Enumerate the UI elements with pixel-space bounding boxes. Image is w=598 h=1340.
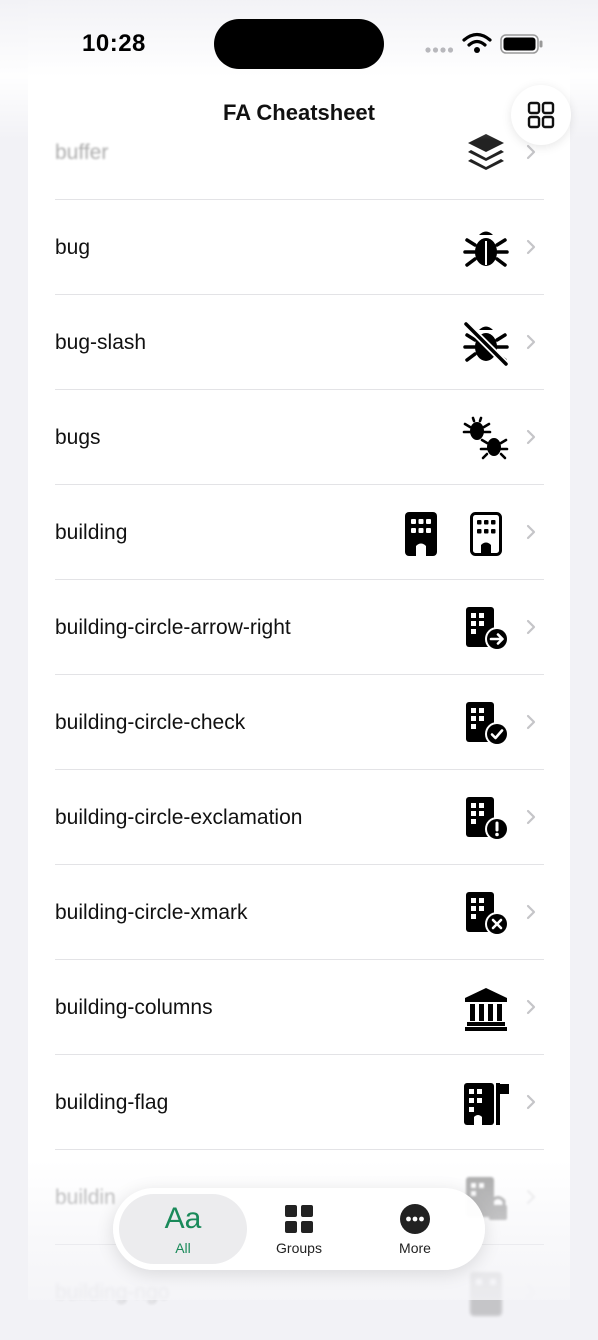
ellipsis-circle-icon [400,1204,430,1234]
page-title: FA Cheatsheet [222,100,375,125]
chevron-right-icon [526,619,536,635]
tab-label: Groups [276,1240,322,1256]
list-item-label: building-circle-check [55,711,246,734]
building-regular-icon [470,512,502,556]
list-item[interactable]: bugs [28,390,570,485]
building-flag-icon [464,1083,509,1125]
grid-view-button[interactable] [511,85,571,145]
text-format-icon: Aa [164,1202,202,1235]
list-item[interactable]: building-flag [28,1055,570,1150]
chevron-right-icon [526,524,536,540]
tab-all[interactable]: Aa All [121,1188,245,1270]
list-item[interactable]: bug-slash [28,295,570,390]
wifi-icon [462,32,492,53]
bug-slash-icon [463,321,509,367]
list-item-label: building-circle-exclamation [55,806,303,829]
dynamic-island [214,19,384,69]
grid-icon [527,101,555,129]
chevron-right-icon [526,334,536,350]
chevron-right-icon [526,429,536,445]
list-item[interactable]: building-circle-check [28,675,570,770]
list-item-label: building-flag [55,1091,169,1114]
list-item-label: bugs [55,426,101,449]
tab-groups[interactable]: Groups [237,1188,361,1270]
grid-icon [285,1205,313,1233]
chevron-right-icon [526,904,536,920]
building-circle-check-icon [466,702,509,746]
list-item[interactable]: building-circle-arrow-right [28,580,570,675]
tab-label: All [175,1240,191,1256]
tab-more[interactable]: More [353,1188,477,1270]
building-circle-xmark-icon [466,892,509,936]
list-item-label: building-circle-xmark [55,901,248,924]
chevron-right-icon [526,1094,536,1110]
list-item[interactable]: building-circle-xmark [28,865,570,960]
list-item[interactable]: building [28,485,570,580]
list-item-label: bug [55,236,91,259]
list-item[interactable]: bug [28,200,570,295]
bug-icon [463,231,509,267]
list-item-label: bug-slash [55,331,147,354]
list-item[interactable]: building-circle-exclamation [28,770,570,865]
building-columns-icon [465,988,507,1031]
list-item-label: building [55,521,128,544]
list-item-label: building-columns [55,996,213,1019]
chevron-right-icon [526,809,536,825]
chevron-right-icon [526,144,536,160]
chevron-right-icon [526,999,536,1015]
battery-icon [500,34,543,54]
tab-bar: Aa All Groups More [113,1188,485,1270]
building-circle-exclamation-icon [466,797,509,841]
chevron-right-icon [526,239,536,255]
building-circle-arrow-right-icon [466,607,509,651]
chevron-right-icon [526,714,536,730]
list-item-label: building-circle-arrow-right [55,616,291,639]
tab-label: More [399,1240,431,1256]
status-bar-time: 10:28 [82,30,146,57]
signal-icon [425,47,454,53]
building-solid-icon [405,512,437,556]
bugs-icon [462,416,509,460]
list-item[interactable]: building-columns [28,960,570,1055]
